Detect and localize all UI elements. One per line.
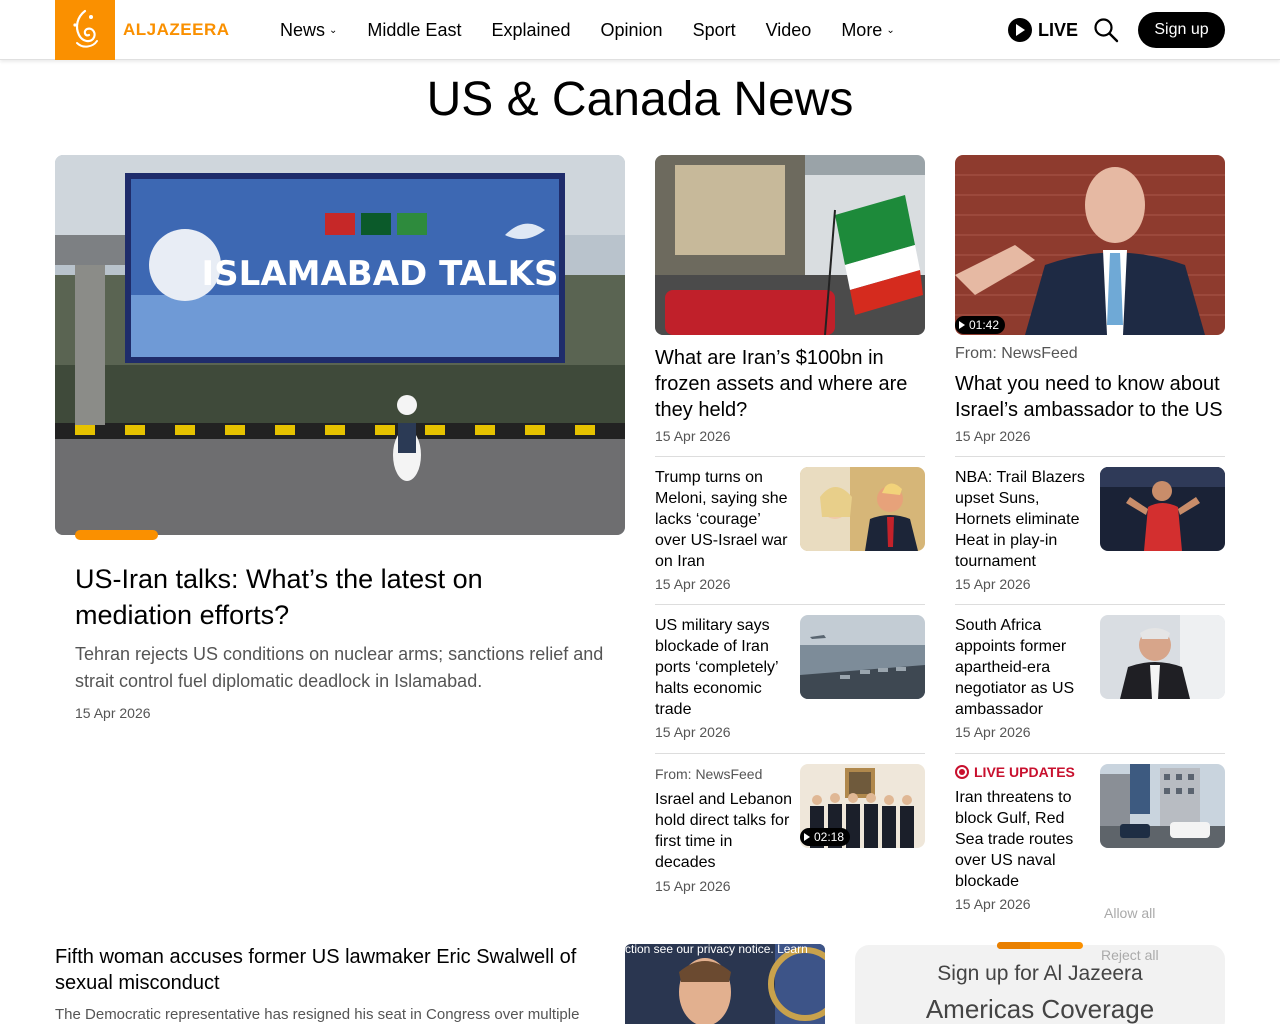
list-item-title[interactable]: South Africa appoints former apartheid-e… <box>955 615 1095 720</box>
nav-item-news[interactable]: News ⌄ <box>280 20 337 41</box>
play-icon <box>1008 18 1032 42</box>
hero-title[interactable]: US-Iran talks: What’s the latest on medi… <box>75 561 595 633</box>
bottom-story-summary: The Democratic representative has resign… <box>55 1006 580 1023</box>
list-item-image-iran-gulf[interactable] <box>1100 764 1225 848</box>
nav-label: Explained <box>491 19 571 40</box>
video-duration: 01:42 <box>969 318 1000 332</box>
hero-accent-bar <box>75 530 158 540</box>
live-updates-text: LIVE UPDATES <box>974 764 1075 780</box>
bottom-story-title[interactable]: Fifth woman accuses former US lawmaker E… <box>55 944 605 996</box>
main-nav: News ⌄ Middle East Explained Opinion Spor… <box>280 0 925 60</box>
video-duration-badge: 01:42 <box>955 316 1006 334</box>
list-item-date: 15 Apr 2026 <box>955 724 1031 740</box>
live-button[interactable]: LIVE <box>1008 18 1078 42</box>
featured-date: 15 Apr 2026 <box>655 428 731 444</box>
reject-all-button[interactable]: Reject all <box>1101 947 1159 963</box>
nav-label: News <box>280 19 326 40</box>
featured-title-iran-assets[interactable]: What are Iran’s $100bn in frozen assets … <box>655 345 925 423</box>
nav-label: Middle East <box>367 19 462 40</box>
source-label: From: NewsFeed <box>955 345 1078 362</box>
hero-summary: Tehran rejects US conditions on nuclear … <box>75 644 604 691</box>
nav-item-explained[interactable]: Explained <box>491 20 570 41</box>
featured-date: 15 Apr 2026 <box>955 428 1031 444</box>
live-label: LIVE <box>1038 19 1079 40</box>
newsletter-title-line1: Sign up for Al Jazeera <box>937 962 1143 985</box>
newsletter-accent-bar-dark <box>997 942 1030 949</box>
search-icon[interactable] <box>1093 17 1119 43</box>
logo-text: ALJAZEERA <box>123 20 230 39</box>
list-item-title[interactable]: US military says blockade of Iran ports … <box>655 615 795 720</box>
live-updates-label: LIVE UPDATES <box>955 764 1075 780</box>
list-item-image-us-military[interactable] <box>800 615 925 699</box>
list-item-image-nba[interactable] <box>1100 467 1225 551</box>
play-icon <box>959 321 965 329</box>
divider <box>955 753 1225 754</box>
nav-label: More <box>841 19 883 40</box>
site-header: ALJAZEERA News ⌄ Middle East Explained Op… <box>0 0 1280 60</box>
hero-image[interactable]: ISLAMABAD TALKS <box>55 155 625 535</box>
chevron-down-icon: ⌄ <box>329 24 338 36</box>
divider <box>655 604 925 605</box>
nav-item-opinion[interactable]: Opinion <box>601 20 663 41</box>
video-duration: 02:18 <box>814 830 845 844</box>
bottom-story-image-swalwell[interactable] <box>625 944 825 1024</box>
live-indicator-icon <box>955 765 969 779</box>
nav-item-middle-east[interactable]: Middle East <box>367 20 461 41</box>
aljazeera-logo[interactable]: ALJAZEERA <box>55 0 230 60</box>
newsletter-title-line2: Americas Coverage <box>925 994 1155 1024</box>
list-item-title[interactable]: Israel and Lebanon hold direct talks for… <box>655 789 795 873</box>
allow-all-button[interactable]: Allow all <box>1104 905 1155 921</box>
video-duration-badge: 02:18 <box>800 828 851 846</box>
hero-date: 15 Apr 2026 <box>75 705 151 721</box>
list-item-title[interactable]: Iran threatens to block Gulf, Red Sea tr… <box>955 787 1095 892</box>
divider <box>655 456 925 457</box>
signup-button[interactable]: Sign up <box>1138 12 1225 48</box>
privacy-notice-text: ction see our privacy notice. Learn <box>625 942 808 956</box>
play-icon <box>804 833 810 841</box>
nav-item-video[interactable]: Video <box>766 20 812 41</box>
list-item-title[interactable]: NBA: Trail Blazers upset Suns, Hornets e… <box>955 467 1095 572</box>
featured-image-iran-assets[interactable] <box>655 155 925 335</box>
chevron-down-icon: ⌄ <box>886 24 895 36</box>
nav-label: Video <box>765 19 812 40</box>
list-item-title[interactable]: Trump turns on Meloni, saying she lacks … <box>655 467 795 572</box>
source-label: From: NewsFeed <box>655 766 763 782</box>
list-item-date: 15 Apr 2026 <box>655 576 731 592</box>
divider <box>955 456 1225 457</box>
divider <box>955 604 1225 605</box>
list-item-date: 15 Apr 2026 <box>955 576 1031 592</box>
logo-emblem-icon <box>55 0 115 60</box>
page-title: US & Canada News <box>426 73 854 126</box>
nav-label: Opinion <box>600 19 663 40</box>
nav-label: Sport <box>692 19 736 40</box>
hero-image-caption: ISLAMABAD TALKS <box>202 254 559 294</box>
nav-item-sport[interactable]: Sport <box>693 20 736 41</box>
list-item-date: 15 Apr 2026 <box>655 724 731 740</box>
list-item-date: 15 Apr 2026 <box>955 896 1031 912</box>
featured-image-israel-ambassador[interactable] <box>955 155 1225 335</box>
list-item-date: 15 Apr 2026 <box>655 878 731 894</box>
list-item-image-trump-meloni[interactable] <box>800 467 925 551</box>
list-item-image-south-africa[interactable] <box>1100 615 1225 699</box>
divider <box>655 753 925 754</box>
featured-title-israel-ambassador[interactable]: What you need to know about Israel’s amb… <box>955 371 1225 423</box>
nav-item-more[interactable]: More ⌄ <box>841 20 894 41</box>
